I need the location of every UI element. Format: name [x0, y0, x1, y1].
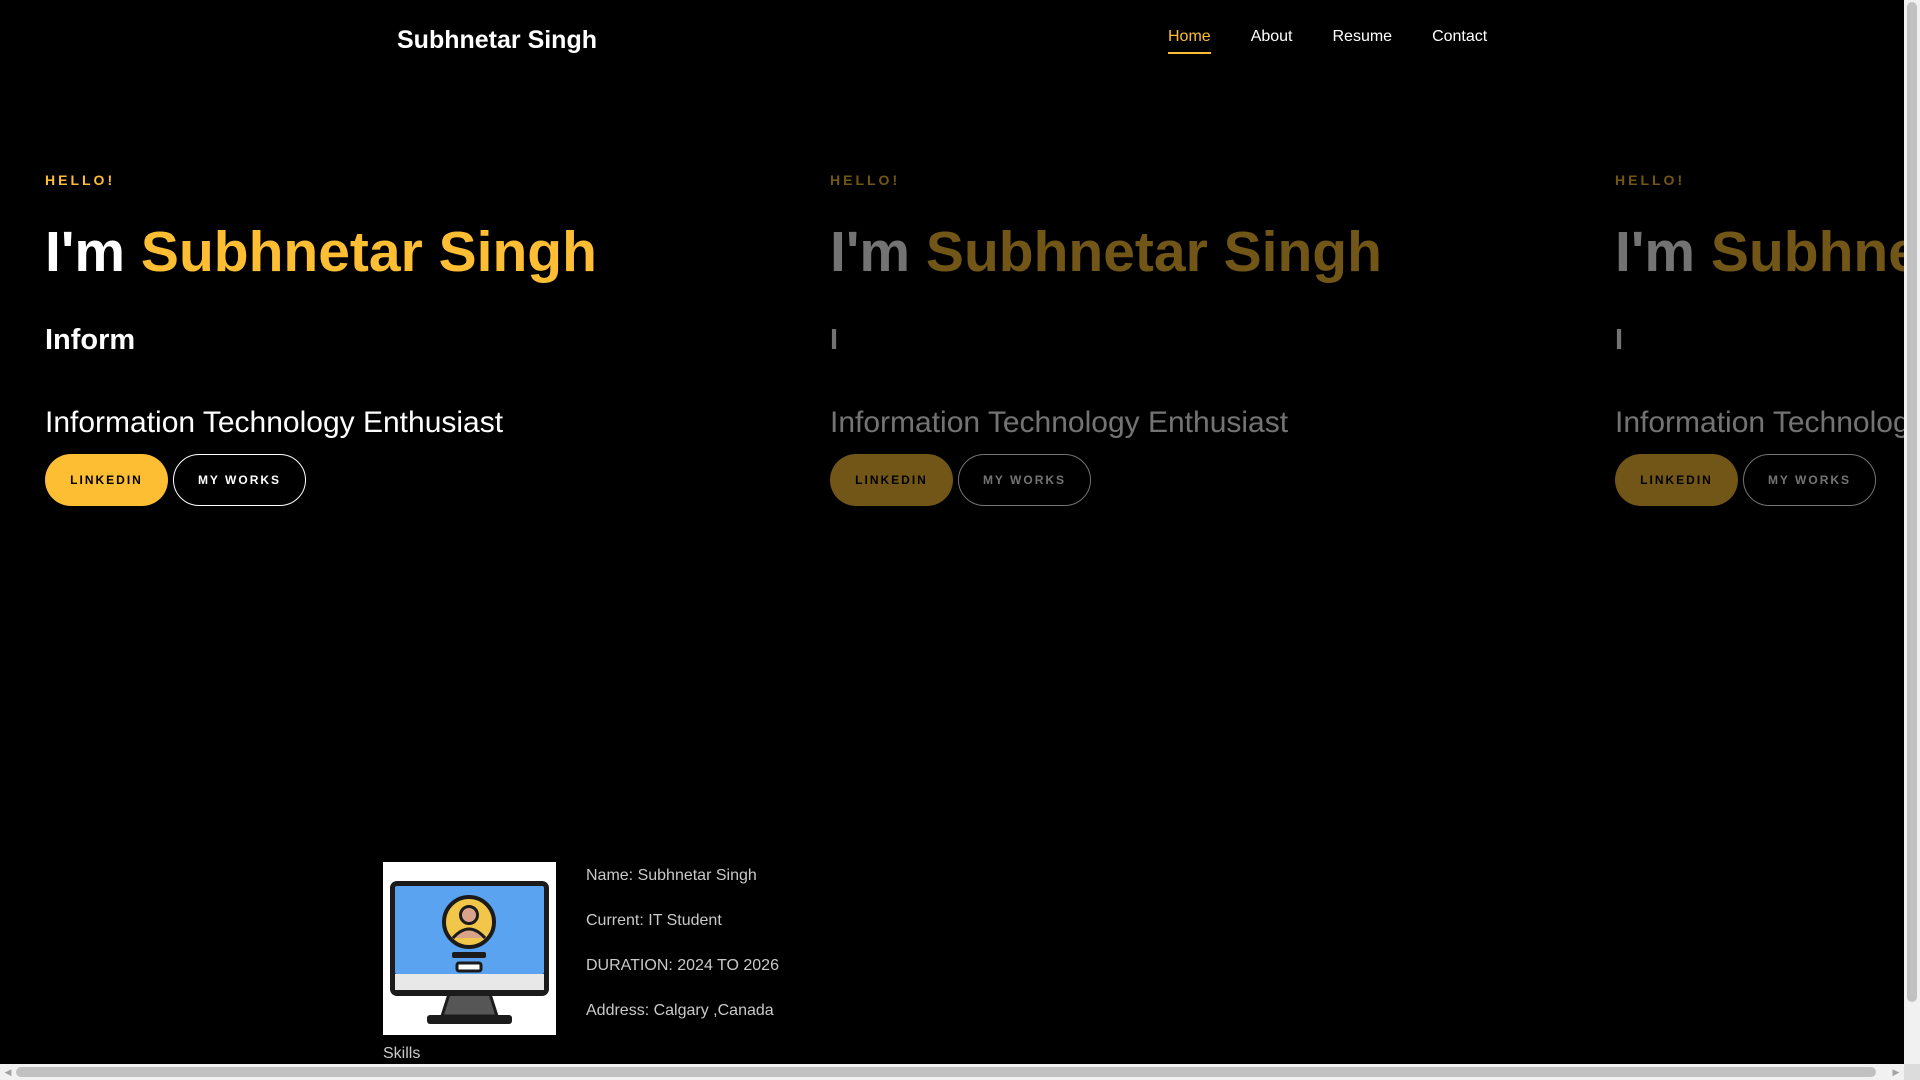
- main-nav: Home About Resume Contact: [1168, 28, 1527, 54]
- my-works-button[interactable]: MY WORKS: [173, 454, 306, 506]
- hero-buttons: LINKEDIN MY WORKS: [45, 454, 745, 506]
- hero-slide-1: HELLO! I'm Subhnetar Singh Inform Inform…: [45, 172, 745, 506]
- hero-greeting: HELLO!: [45, 172, 116, 188]
- hero-intro: I'm: [830, 220, 911, 284]
- info-duration: DURATION: 2024 TO 2026: [586, 957, 779, 974]
- hero-subtitle: Information Technology Enthusiast: [45, 406, 504, 439]
- hero-heading: I'm Subhnetar Singh: [830, 216, 1390, 288]
- linkedin-button[interactable]: LINKEDIN: [1615, 454, 1738, 506]
- hero-greeting: HELLO!: [1615, 172, 1686, 188]
- computer-monitor-user-icon: [390, 880, 549, 1024]
- hero-slide-2: HELLO! I'm Subhnetar Singh I Information…: [830, 172, 1530, 506]
- horizontal-scrollbar[interactable]: ◀ ▶: [0, 1064, 1904, 1080]
- hero-subtitle: Information Technology Enthusiast: [1615, 406, 1904, 439]
- hero-buttons: LINKEDIN MY WORKS: [1615, 454, 1904, 506]
- hero-typed-text: I: [1615, 324, 1624, 356]
- info-current: Current: IT Student: [586, 912, 722, 929]
- linkedin-button[interactable]: LINKEDIN: [45, 454, 168, 506]
- nav-link-contact[interactable]: Contact: [1432, 28, 1487, 54]
- hero-heading: I'm Subhnetar Singh: [45, 216, 605, 288]
- horizontal-scrollbar-thumb[interactable]: [16, 1067, 1876, 1077]
- hero-heading: I'm Subhnetar Singh: [1615, 216, 1904, 288]
- my-works-button[interactable]: MY WORKS: [958, 454, 1091, 506]
- hero-intro: I'm: [45, 220, 126, 284]
- hero-typed-text: Inform: [45, 324, 136, 356]
- vertical-scrollbar[interactable]: [1904, 0, 1920, 1064]
- my-works-button[interactable]: MY WORKS: [1743, 454, 1876, 506]
- linkedin-button[interactable]: LINKEDIN: [830, 454, 953, 506]
- nav-link-home[interactable]: Home: [1168, 28, 1211, 54]
- scroll-left-icon[interactable]: ◀: [0, 1064, 16, 1080]
- profile-image: [383, 862, 556, 1035]
- hero-intro: I'm: [1615, 220, 1696, 284]
- hero-name: Subhnetar Singh: [140, 220, 597, 284]
- hero-slide-3: HELLO! I'm Subhnetar Singh I Information…: [1615, 172, 1904, 506]
- hero-subtitle: Information Technology Enthusiast: [830, 406, 1289, 439]
- info-address: Address: Calgary ,Canada: [586, 1002, 774, 1019]
- hero-name: Subhnetar Singh: [1710, 220, 1904, 284]
- hero-buttons: LINKEDIN MY WORKS: [830, 454, 1530, 506]
- hero-typed-text: I: [830, 324, 839, 356]
- hero-name: Subhnetar Singh: [925, 220, 1382, 284]
- skills-heading: Skills: [383, 1045, 421, 1062]
- vertical-scrollbar-thumb[interactable]: [1907, 2, 1917, 1002]
- page: Subhnetar Singh Home About Resume Contac…: [0, 0, 1904, 1064]
- scroll-right-icon[interactable]: ▶: [1888, 1064, 1904, 1080]
- about-info: Name: Subhnetar Singh Current: IT Studen…: [586, 866, 779, 1046]
- scrollbar-corner: [1904, 1064, 1920, 1080]
- nav-link-about[interactable]: About: [1251, 28, 1293, 54]
- nav-link-resume[interactable]: Resume: [1333, 28, 1393, 54]
- site-brand[interactable]: Subhnetar Singh: [397, 26, 597, 55]
- hero-greeting: HELLO!: [830, 172, 901, 188]
- info-name: Name: Subhnetar Singh: [586, 867, 757, 884]
